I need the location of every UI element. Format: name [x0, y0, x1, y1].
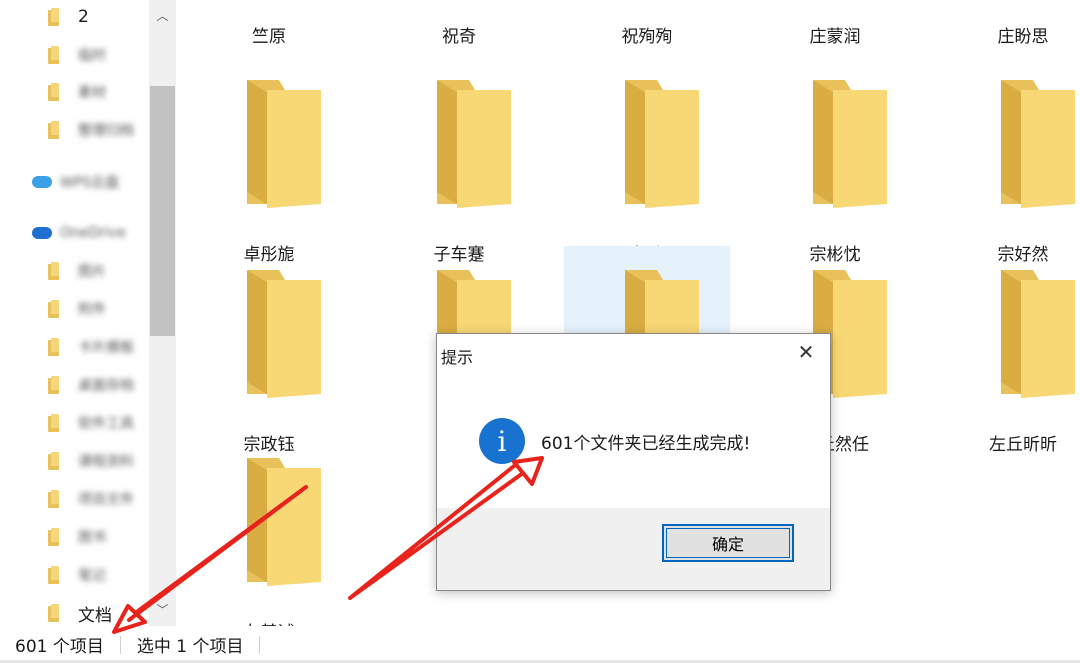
dialog-title: 提示	[441, 348, 474, 367]
message-dialog: 提示 ✕ i 601个文件夹已经生成完成! 确定	[436, 333, 831, 591]
nav-item-label: 图书	[78, 530, 106, 546]
scroll-down-arrow-icon[interactable]: ﹀	[150, 596, 175, 622]
folder-icon	[1001, 80, 1075, 208]
folder-icon	[247, 458, 321, 586]
folder-icon	[48, 376, 62, 394]
nav-item-label: 素材	[78, 85, 106, 101]
nav-item-folder[interactable]: 笔记	[48, 558, 106, 592]
folder-icon	[48, 8, 62, 26]
folder-name: 祝奇	[442, 27, 476, 47]
nav-item-folder[interactable]: 课程资料	[48, 444, 134, 478]
info-icon: i	[479, 418, 525, 464]
nav-item-folder[interactable]: 图片	[48, 254, 106, 288]
item-count-text: 601 个项目	[15, 637, 104, 657]
folder-icon	[48, 46, 62, 64]
selected-count-text: 选中 1 个项目	[136, 637, 244, 657]
onedrive-cloud-icon	[32, 227, 52, 239]
folder-tile[interactable]: 卓彤旎	[186, 76, 352, 266]
nav-item-wps-cloud[interactable]: WPS云盘	[32, 165, 119, 199]
cloud-icon	[32, 176, 52, 188]
folder-icon	[48, 528, 62, 546]
nav-item-folder[interactable]: 附件	[48, 292, 106, 326]
sidebar-scrollbar-thumb[interactable]	[150, 86, 175, 336]
folder-name: 宗彬忱	[809, 245, 861, 265]
close-icon[interactable]: ✕	[794, 340, 818, 364]
folder-tile[interactable]: 子车蹇	[376, 76, 542, 266]
folder-icon	[48, 490, 62, 508]
folder-name: 庄蒙润	[809, 27, 861, 47]
folder-name: 祝殉殉	[621, 27, 673, 47]
status-divider	[119, 635, 121, 654]
nav-item-label: 课程资料	[78, 454, 134, 470]
folder-tile[interactable]: 左綦诚	[186, 454, 352, 644]
nav-item-label: 桌面存档	[78, 378, 134, 394]
nav-item-label: 软件工具	[78, 416, 134, 432]
folder-tile[interactable]: 祝奇	[376, 0, 542, 50]
folder-tile[interactable]: 宗彬忱	[752, 76, 918, 266]
nav-item-label: 项目文件	[78, 492, 134, 508]
nav-item-folder[interactable]: 项目文件	[48, 482, 134, 516]
folder-icon	[48, 604, 62, 622]
nav-item-folder-2[interactable]: 2	[48, 0, 89, 34]
folder-tile[interactable]: 庄蒙润	[752, 0, 918, 50]
folder-icon	[1001, 270, 1075, 398]
nav-item-label: 笔记	[78, 568, 106, 584]
nav-item-label: 文档	[78, 605, 112, 626]
scroll-up-arrow-icon[interactable]: ︿	[150, 2, 175, 28]
folder-icon	[48, 338, 62, 356]
nav-item-documents[interactable]: 文档	[48, 596, 112, 626]
folder-icon	[48, 566, 62, 584]
nav-item-label: 2	[78, 7, 89, 27]
nav-item-onedrive[interactable]: OneDrive	[32, 216, 126, 250]
folder-tile[interactable]: 子车玲露	[564, 76, 730, 266]
dialog-footer: 确定	[437, 508, 830, 590]
folder-name: 竺原	[252, 27, 286, 47]
ok-button[interactable]: 确定	[662, 524, 794, 562]
status-divider	[259, 635, 261, 654]
folder-icon	[625, 80, 699, 208]
folder-tile[interactable]: 左丘昕昕	[940, 266, 1080, 456]
folder-icon	[48, 300, 62, 318]
nav-item-folder[interactable]: 整理归档	[48, 113, 134, 147]
folder-name: 子车蹇	[433, 245, 485, 265]
status-bar: 601 个项目 选中 1 个项目	[0, 626, 1080, 663]
nav-item-folder[interactable]: 临时	[48, 38, 106, 72]
folder-tile[interactable]: 竺原	[186, 0, 352, 50]
folder-name: 庄盼思	[997, 27, 1049, 47]
folder-icon	[813, 80, 887, 208]
nav-item-folder[interactable]: 素材	[48, 75, 106, 109]
folder-name: 卓彤旎	[243, 245, 295, 265]
nav-item-label: 卡片模板	[78, 340, 134, 356]
folder-icon	[48, 452, 62, 470]
folder-tile[interactable]: 宗好然	[940, 76, 1080, 266]
folder-name: 宗政钰	[243, 435, 295, 455]
folder-icon	[247, 80, 321, 208]
nav-item-label: 图片	[78, 264, 106, 280]
folder-icon	[437, 80, 511, 208]
dialog-message: 601个文件夹已经生成完成!	[541, 434, 751, 454]
folder-tile[interactable]: 宗政钰	[186, 266, 352, 456]
nav-item-label: OneDrive	[60, 225, 126, 241]
nav-item-label: 附件	[78, 302, 106, 318]
nav-item-folder[interactable]: 桌面存档	[48, 368, 134, 402]
folder-icon	[48, 414, 62, 432]
folder-icon	[48, 121, 62, 139]
folder-icon	[48, 262, 62, 280]
folder-name: 左丘昕昕	[989, 435, 1057, 455]
nav-item-folder[interactable]: 软件工具	[48, 406, 134, 440]
folder-tile[interactable]: 祝殉殉	[564, 0, 730, 50]
folder-name: 宗好然	[997, 245, 1049, 265]
nav-item-label: WPS云盘	[60, 175, 120, 191]
folder-icon	[48, 83, 62, 101]
folder-tile[interactable]: 庄盼思	[940, 0, 1080, 50]
nav-item-label: 整理归档	[78, 123, 134, 139]
nav-item-folder[interactable]: 图书	[48, 520, 106, 554]
nav-item-folder[interactable]: 卡片模板	[48, 330, 134, 364]
navigation-pane: 2 临时 素材 整理归档 WPS云盘 OneDrive 图片 附件 卡片模板 桌…	[0, 0, 176, 626]
nav-item-label: 临时	[78, 48, 106, 64]
folder-icon	[247, 270, 321, 398]
